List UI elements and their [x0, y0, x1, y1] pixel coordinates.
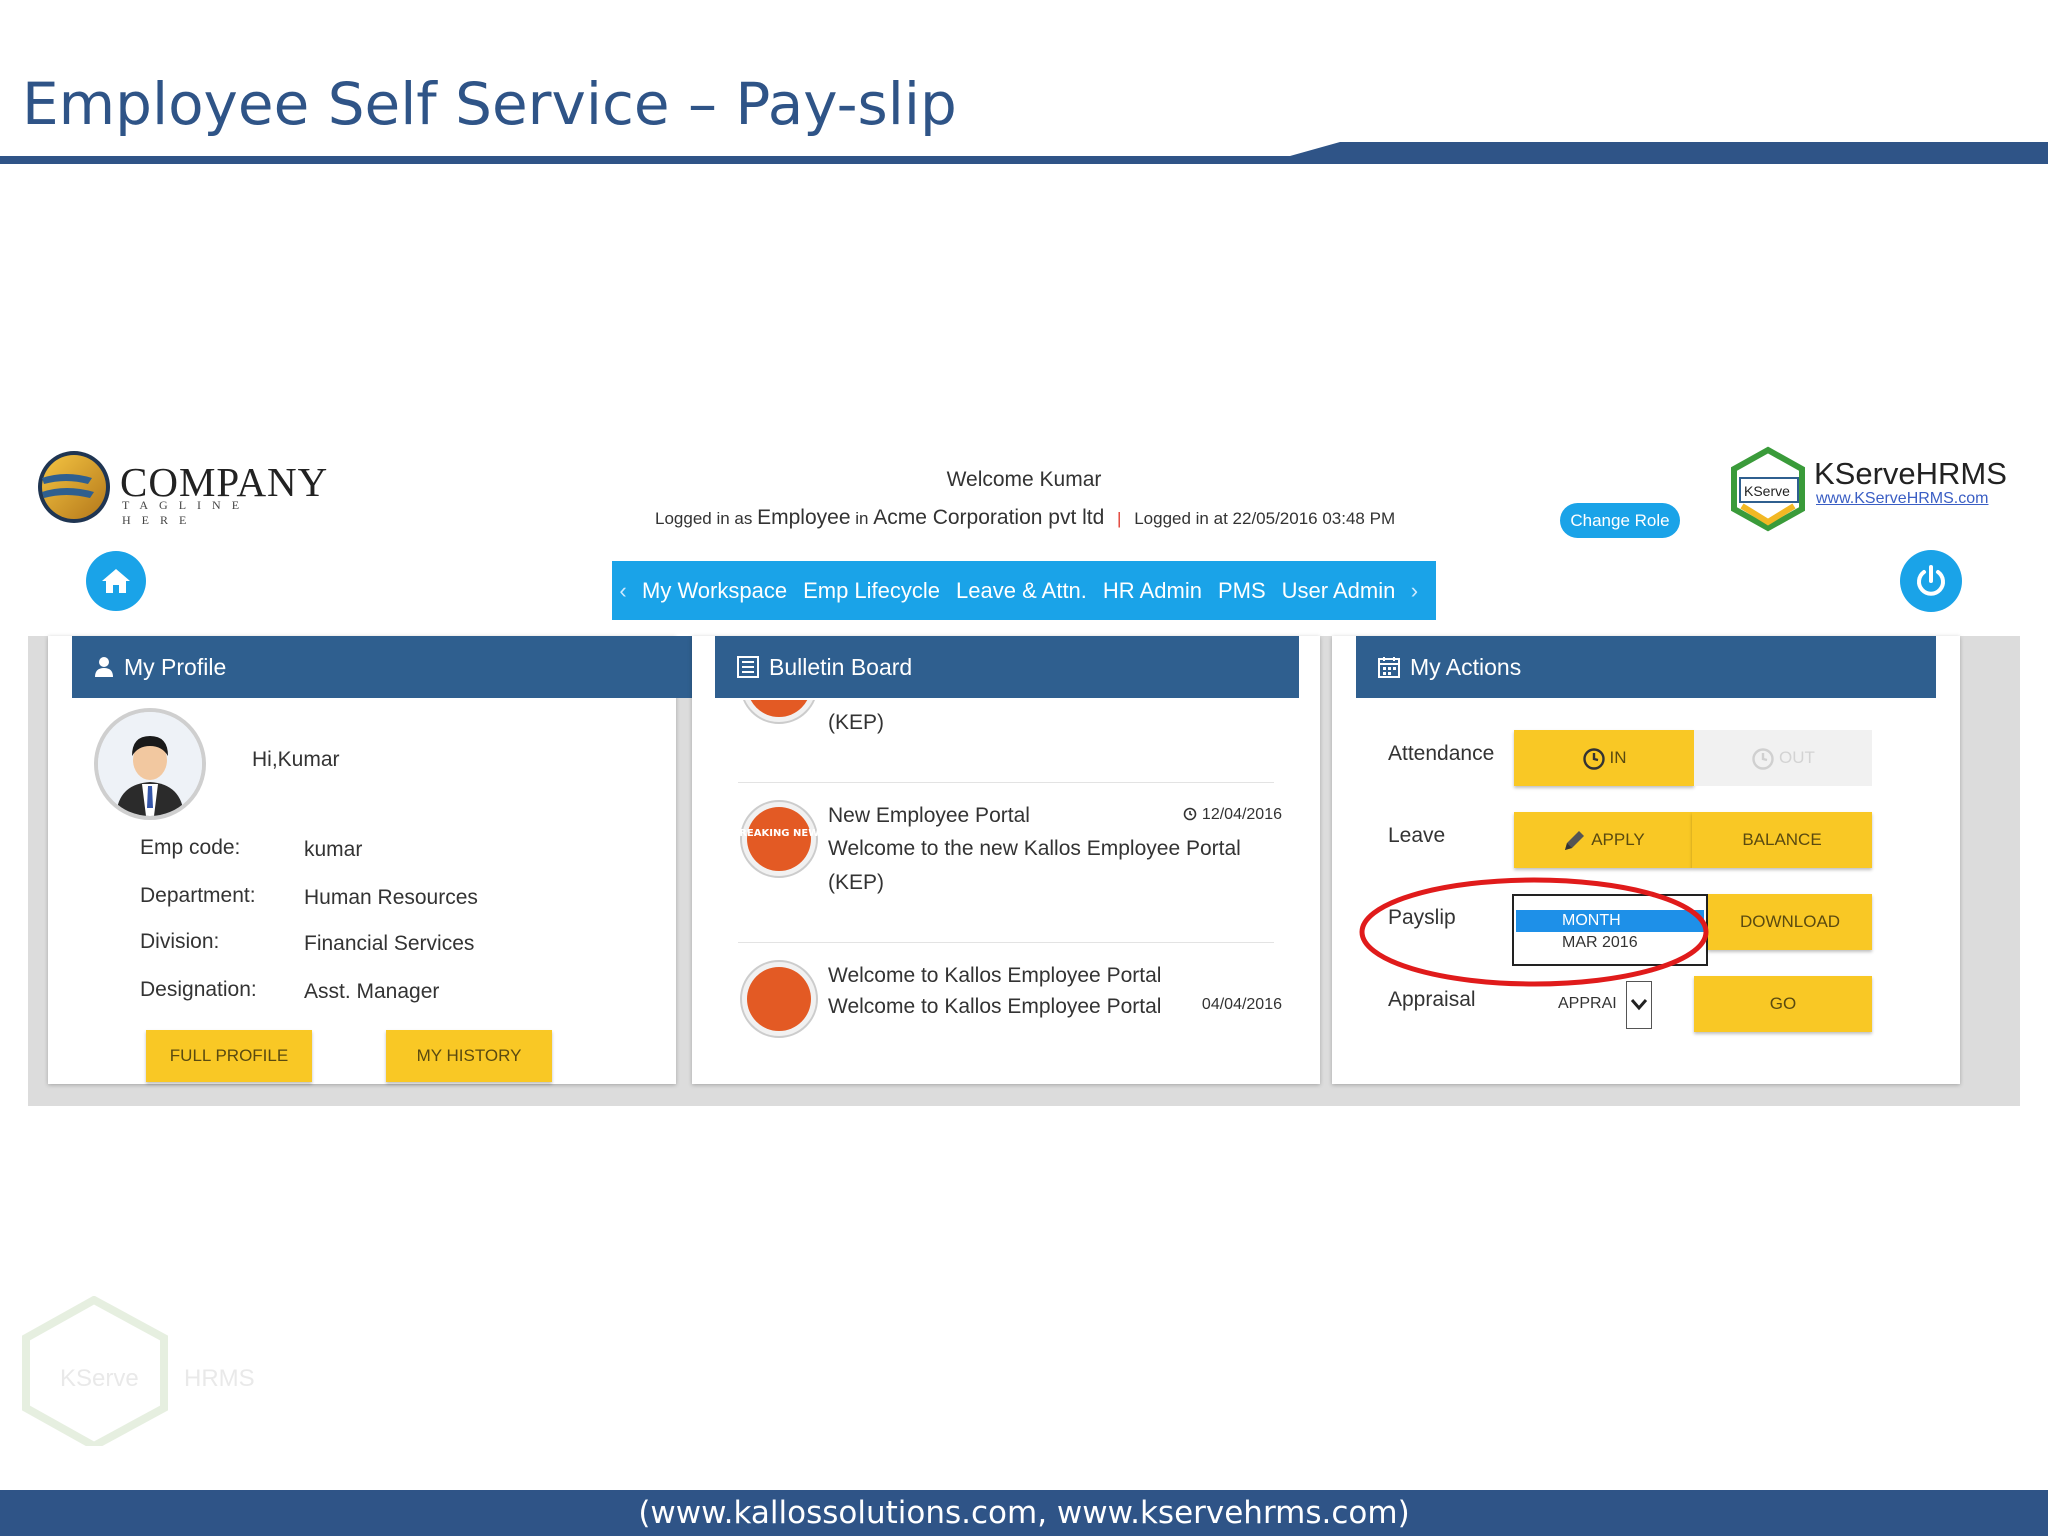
breaking-news-icon: BREAKING NEWS	[738, 800, 820, 878]
home-button[interactable]	[86, 551, 146, 611]
bulletin-item-title[interactable]: Welcome to Kallos Employee Portal	[828, 964, 1161, 988]
nav-item-hr-admin[interactable]: HR Admin	[1095, 578, 1210, 604]
kserve-logo[interactable]: KServe KServeHRMS www.KServeHRMS.com	[1726, 446, 2016, 536]
nav-item-emp-lifecycle[interactable]: Emp Lifecycle	[795, 578, 948, 604]
department-label: Department:	[140, 884, 256, 907]
nav-prev-arrow[interactable]: ‹	[612, 578, 634, 604]
kserve-badge-text: KServe	[1744, 483, 1790, 499]
my-actions-title: My Actions	[1410, 653, 1522, 680]
leave-label: Leave	[1388, 824, 1446, 847]
nav-item-my-workspace[interactable]: My Workspace	[634, 578, 795, 604]
bulletin-item-date: 04/04/2016	[1201, 996, 1282, 1013]
bulletin-divider	[738, 942, 1274, 943]
attendance-out-button[interactable]: OUT	[1694, 730, 1872, 786]
leave-apply-button[interactable]: APPLY	[1514, 812, 1692, 868]
designation-label: Designation:	[140, 978, 257, 1001]
my-actions-header: My Actions	[1356, 636, 1936, 698]
clock-icon	[1582, 747, 1605, 770]
attendance-in-button[interactable]: IN	[1514, 730, 1694, 786]
bulletin-board-panel: Bulletin Board (KEP) BREAKING NEWS New E…	[692, 636, 1320, 1084]
logged-at-label: Logged in at	[1134, 509, 1228, 528]
logout-button[interactable]	[1900, 550, 1962, 612]
slide-title: Employee Self Service – Pay-slip	[22, 70, 957, 138]
bulletin-item-date-text: 12/04/2016	[1201, 806, 1282, 823]
clock-icon	[1752, 747, 1774, 770]
bulletin-item-body: (KEP)	[828, 711, 885, 734]
my-profile-panel: My Profile Hi,Kumar Emp code: kumar Depa…	[48, 636, 700, 1084]
title-rule	[0, 142, 2048, 164]
main-nav: ‹ My Workspace Emp Lifecycle Leave & Att…	[612, 561, 1436, 620]
user-icon	[95, 657, 113, 677]
clock-icon	[1184, 807, 1197, 821]
appraisal-select-value: APPRAI	[1558, 995, 1617, 1012]
full-profile-button[interactable]: FULL PROFILE	[146, 1030, 312, 1082]
pencil-icon	[1565, 830, 1585, 850]
division-label: Division:	[140, 930, 220, 953]
calendar-icon	[1378, 657, 1400, 678]
company-tagline: TAGLINE HERE	[122, 498, 251, 527]
bulletin-board-header: Bulletin Board	[715, 636, 1299, 698]
attendance-in-label: IN	[1609, 748, 1627, 767]
bulletin-item-title[interactable]: New Employee Portal	[828, 804, 1030, 828]
highlight-ellipse	[1359, 877, 1709, 987]
nav-item-user-admin[interactable]: User Admin	[1274, 578, 1404, 604]
division-value: Financial Services	[304, 932, 475, 955]
login-organization: Acme Corporation pvt ltd	[873, 506, 1105, 529]
designation-value: Asst. Manager	[304, 980, 440, 1003]
bulletin-item-body: Welcome to the new Kallos Employee Porta…	[828, 837, 1241, 894]
nav-next-arrow[interactable]: ›	[1403, 578, 1425, 604]
watermark-text-left: KServe	[60, 1365, 139, 1392]
appraisal-go-button[interactable]: GO	[1694, 976, 1872, 1032]
appraisal-label: Appraisal	[1388, 988, 1476, 1011]
emp-code-label: Emp code:	[140, 836, 241, 859]
my-history-button[interactable]: MY HISTORY	[386, 1030, 552, 1082]
department-value: Human Resources	[304, 886, 478, 909]
watermark-logo: KServe HRMS	[22, 1295, 282, 1451]
payslip-download-button[interactable]: DOWNLOAD	[1708, 894, 1872, 950]
profile-greeting: Hi,Kumar	[252, 748, 340, 771]
breaking-news-icon	[743, 700, 815, 724]
watermark-text-right: HRMS	[184, 1365, 255, 1392]
home-icon	[102, 569, 130, 593]
avatar	[94, 708, 206, 820]
breaking-news-text: BREAKING NEWS	[738, 828, 820, 839]
change-role-button[interactable]: Change Role	[1560, 503, 1680, 538]
bulletin-board-title: Bulletin Board	[769, 653, 913, 680]
bulletin-scroll-area[interactable]: (KEP) BREAKING NEWS New Employee Portal …	[738, 700, 1282, 1044]
kserve-url[interactable]: www.KServeHRMS.com	[1816, 490, 1988, 508]
login-info: Logged in as Employee in Acme Corporatio…	[655, 506, 1395, 530]
nav-item-pms[interactable]: PMS	[1210, 578, 1274, 604]
login-prefix: Logged in as	[655, 509, 753, 528]
bulletin-item-date: 12/04/2016	[1183, 806, 1282, 824]
leave-apply-label: APPLY	[1591, 830, 1645, 849]
attendance-out-label: OUT	[1779, 748, 1815, 767]
emp-code-value: kumar	[304, 838, 363, 861]
kserve-name: KServeHRMS	[1814, 456, 2007, 491]
power-icon	[1917, 565, 1945, 596]
logged-at-value: 22/05/2016 03:48 PM	[1232, 509, 1396, 528]
login-in-word: in	[855, 509, 869, 528]
slide-footer: (www.kallossolutions.com, www.kservehrms…	[0, 1490, 2048, 1536]
attendance-label: Attendance	[1388, 742, 1495, 765]
login-separator: |	[1117, 509, 1122, 528]
login-role: Employee	[757, 506, 851, 529]
my-profile-header: My Profile	[72, 636, 700, 698]
bulletin-divider	[738, 782, 1274, 783]
breaking-news-icon	[740, 960, 818, 1038]
nav-item-leave-attn[interactable]: Leave & Attn.	[948, 578, 1095, 604]
list-icon	[737, 656, 759, 678]
leave-balance-button[interactable]: BALANCE	[1692, 812, 1872, 868]
kserve-emblem-icon: KServe	[1731, 446, 1805, 532]
my-profile-title: My Profile	[124, 653, 227, 680]
my-actions-panel: My Actions Attendance IN OUT Leave APPLY…	[1332, 636, 1960, 1084]
